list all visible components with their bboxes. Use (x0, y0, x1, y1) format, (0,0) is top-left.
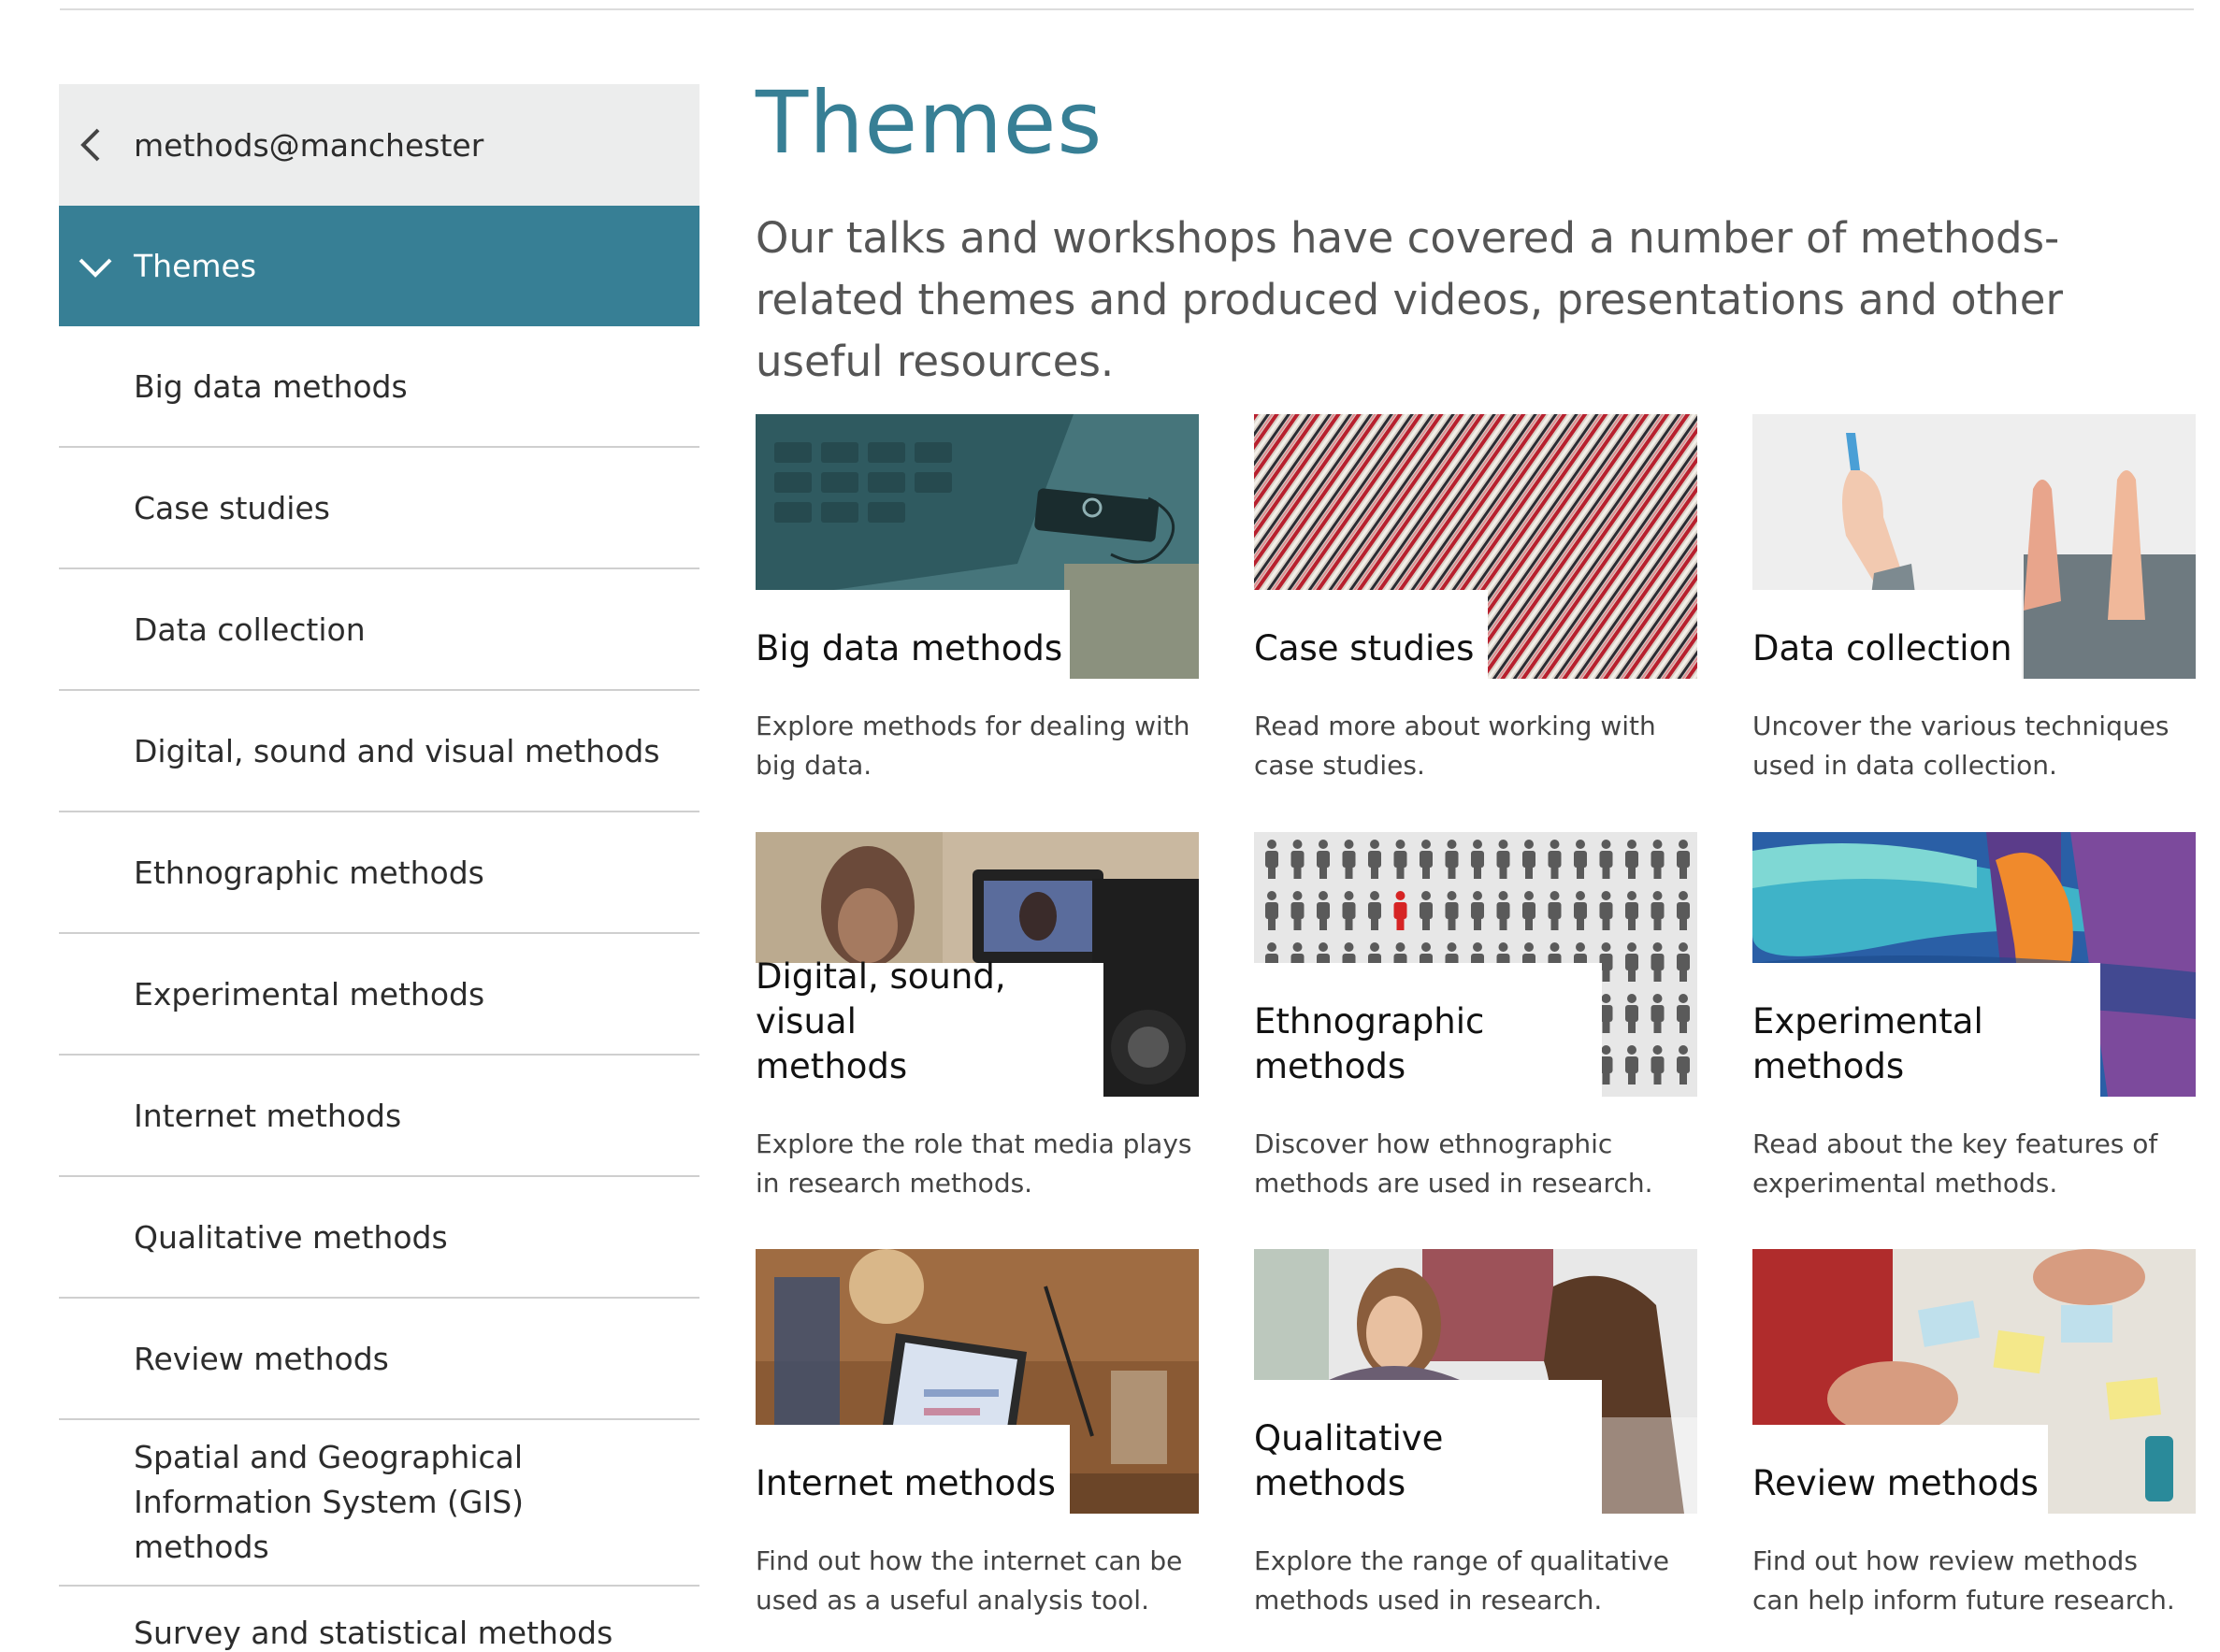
sidebar-item-ethnographic[interactable]: Ethnographic methods (59, 812, 699, 934)
theme-card-big-data[interactable]: Big data methods Explore methods for dea… (756, 414, 1199, 785)
card-title-panel: Data collection (1752, 590, 2022, 679)
sidebar-item-case-studies[interactable]: Case studies (59, 448, 699, 569)
theme-card-case-studies[interactable]: Case studies Read more about working wit… (1254, 414, 1697, 785)
sidebar-item-experimental[interactable]: Experimental methods (59, 934, 699, 1056)
card-description: Explore methods for dealing with big dat… (756, 711, 1190, 781)
sidebar-item-qualitative[interactable]: Qualitative methods (59, 1177, 699, 1299)
theme-card-experimental[interactable]: Experimental methods Read about the key … (1752, 832, 2196, 1203)
sidebar-item-gis-label: Spatial and Geographical Information Sys… (134, 1439, 525, 1565)
theme-card-digital[interactable]: Digital, sound, visual methods Explore t… (756, 832, 1199, 1203)
card-title: Case studies (1254, 628, 1475, 668)
sidebar-item-survey[interactable]: Survey and statistical methods (59, 1587, 699, 1652)
page-title: Themes (756, 73, 1103, 173)
theme-card-review[interactable]: Review methods Find out how review metho… (1752, 1249, 2196, 1620)
card-title-panel: Review methods (1752, 1425, 2048, 1514)
card-title: Ethnographic methods (1254, 1001, 1485, 1086)
card-title-panel: Internet methods (756, 1425, 1070, 1514)
card-image: Data collection (1752, 414, 2196, 679)
sidebar-item-big-data[interactable]: Big data methods (59, 326, 699, 448)
theme-card-internet[interactable]: Internet methods Find out how the intern… (756, 1249, 1199, 1620)
card-description: Find out how the internet can be used as… (756, 1545, 1183, 1616)
sidebar-item-data-collection[interactable]: Data collection (59, 569, 699, 691)
card-description: Read more about working with case studie… (1254, 711, 1656, 781)
sidebar-item-themes[interactable]: Themes (59, 206, 699, 326)
sidebar-item-digital[interactable]: Digital, sound and visual methods (59, 691, 699, 812)
card-title-panel: Case studies (1254, 590, 1488, 679)
card-image: Digital, sound, visual methods (756, 832, 1199, 1097)
card-title-panel: Big data methods (756, 590, 1070, 679)
card-image: Experimental methods (1752, 832, 2196, 1097)
theme-card-qualitative[interactable]: Qualitative methods Explore the range of… (1254, 1249, 1697, 1620)
sidebar-parent-label: methods@manchester (134, 126, 484, 164)
sidebar-item-review[interactable]: Review methods (59, 1299, 699, 1420)
card-title: Qualitative methods (1254, 1418, 1444, 1503)
card-title-panel: Qualitative methods (1254, 1380, 1602, 1514)
sidebar-parent-link[interactable]: methods@manchester (59, 84, 699, 206)
card-title: Big data methods (756, 628, 1063, 668)
card-description: Find out how review methods can help inf… (1752, 1545, 2175, 1616)
page-intro: Our talks and workshops have covered a n… (756, 213, 2063, 386)
top-divider (60, 8, 2194, 10)
theme-card-data-collection[interactable]: Data collection Uncover the various tech… (1752, 414, 2196, 785)
card-image: Review methods (1752, 1249, 2196, 1514)
card-title-panel: Ethnographic methods (1254, 963, 1602, 1097)
card-image: Ethnographic methods (1254, 832, 1697, 1097)
card-description: Discover how ethnographic methods are us… (1254, 1128, 1653, 1199)
chevron-left-icon (80, 128, 100, 162)
chevron-down-icon (79, 258, 112, 278)
theme-card-ethnographic[interactable]: Ethnographic methods Discover how ethnog… (1254, 832, 1697, 1203)
card-description: Read about the key features of experimen… (1752, 1128, 2158, 1199)
card-title: Internet methods (756, 1463, 1056, 1503)
card-description: Uncover the various techniques used in d… (1752, 711, 2170, 781)
sidebar-item-internet[interactable]: Internet methods (59, 1056, 699, 1177)
card-title: Digital, sound, visual methods (756, 956, 1006, 1086)
card-title-panel: Experimental methods (1752, 963, 2100, 1097)
card-image: Qualitative methods (1254, 1249, 1697, 1514)
sidebar-active-label: Themes (134, 248, 257, 284)
card-title: Experimental methods (1752, 1001, 1983, 1086)
card-title-panel: Digital, sound, visual methods (756, 956, 1103, 1097)
card-description: Explore the role that media plays in res… (756, 1128, 1192, 1199)
card-title: Data collection (1752, 628, 2012, 668)
card-image: Internet methods (756, 1249, 1199, 1514)
sidebar-nav: methods@manchester Themes Big data metho… (59, 84, 699, 1652)
sidebar-item-gis[interactable]: Spatial and Geographical Information Sys… (59, 1420, 699, 1587)
card-image: Case studies (1254, 414, 1697, 679)
card-image: Big data methods (756, 414, 1199, 679)
card-description: Explore the range of qualitative methods… (1254, 1545, 1669, 1616)
card-title: Review methods (1752, 1463, 2039, 1503)
